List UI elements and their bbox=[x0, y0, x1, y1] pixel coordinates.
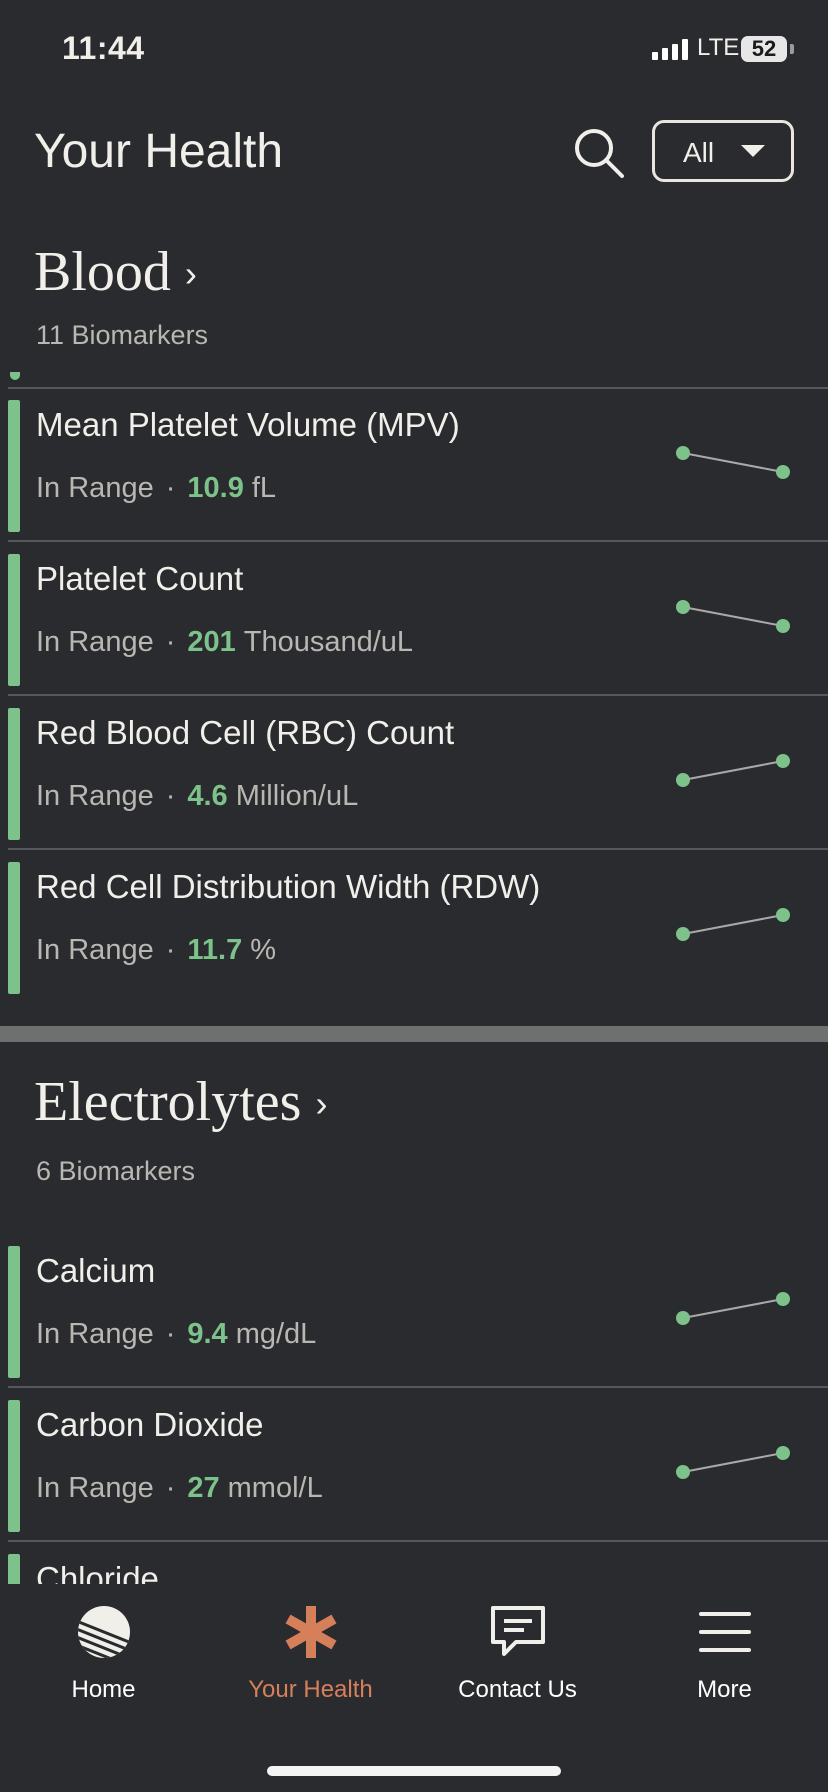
section-title-electrolytes[interactable]: Electrolytes › bbox=[34, 1070, 327, 1134]
biomarker-value: 27 bbox=[187, 1472, 220, 1504]
page-title: Your Health bbox=[34, 125, 284, 178]
divider bbox=[8, 540, 828, 542]
divider bbox=[8, 694, 828, 696]
status-bar: 11:44 LTE 52 bbox=[0, 0, 828, 100]
section-count-blood: 11 Biomarkers bbox=[36, 320, 209, 350]
separator: · bbox=[165, 780, 176, 812]
separator: · bbox=[165, 1472, 176, 1504]
biomarker-value: 9.4 bbox=[187, 1318, 228, 1350]
chevron-right-icon: › bbox=[184, 253, 197, 294]
separator: · bbox=[165, 1318, 176, 1350]
status-indicator bbox=[8, 554, 20, 686]
biomarker-status: In Range bbox=[36, 1318, 154, 1350]
tab-home[interactable]: Home bbox=[0, 1602, 207, 1704]
trend-sparkline bbox=[676, 1446, 790, 1479]
network-label: LTE bbox=[697, 34, 740, 61]
biomarker-status-line: In Range · 11.7% bbox=[36, 934, 276, 967]
status-indicator bbox=[8, 1400, 20, 1532]
biomarker-unit: fL bbox=[251, 472, 277, 504]
status-indicator bbox=[8, 862, 20, 994]
biomarker-status-line: In Range · 9.4 mg/dL bbox=[36, 1318, 316, 1351]
biomarker-status: In Range bbox=[36, 934, 154, 966]
biomarker-unit: Thousand/uL bbox=[243, 626, 414, 658]
tab-more[interactable]: More bbox=[621, 1602, 828, 1704]
divider bbox=[8, 1540, 828, 1542]
biomarker-status-line: In Range · 201 Thousand/uL bbox=[36, 626, 413, 659]
tab-bar: Home Your Health Contact Us More bbox=[0, 1584, 828, 1792]
biomarker-unit: mmol/L bbox=[227, 1472, 323, 1504]
section-count-electrolytes: 6 Biomarkers bbox=[36, 1156, 196, 1186]
section-title-blood[interactable]: Blood › bbox=[34, 240, 197, 304]
biomarker-name: Platelet Count bbox=[36, 560, 244, 597]
list-item[interactable]: Red Cell Distribution Width (RDW) In Ran… bbox=[0, 852, 828, 1004]
list-item[interactable]: Red Blood Cell (RBC) Count In Range · 4.6 M… bbox=[0, 698, 828, 850]
caret-down-icon bbox=[741, 145, 765, 157]
separator: · bbox=[165, 472, 176, 504]
filter-label: All bbox=[683, 137, 715, 168]
trend-sparkline bbox=[676, 908, 790, 941]
search-icon[interactable] bbox=[572, 126, 626, 180]
tab-your-health[interactable]: Your Health bbox=[207, 1602, 414, 1704]
biomarker-status-line: In Range · 4.6 Million/uL bbox=[36, 780, 358, 813]
trend-sparkline bbox=[676, 600, 790, 633]
biomarker-status-line: In Range · 10.9 fL bbox=[36, 472, 276, 505]
section-title-text: Blood bbox=[34, 241, 171, 303]
menu-icon bbox=[698, 1612, 751, 1652]
list-item[interactable]: Calcium In Range · 9.4 mg/dL bbox=[0, 1236, 828, 1388]
biomarker-status: In Range bbox=[36, 780, 154, 812]
asterisk-icon bbox=[285, 1606, 336, 1658]
biomarker-value: 4.6 bbox=[187, 780, 228, 812]
biomarker-unit: % bbox=[250, 934, 277, 966]
divider bbox=[8, 387, 828, 389]
biomarker-list[interactable]: Mean Platelet Volume (MPV) In Range · 10.9… bbox=[0, 372, 828, 1584]
section-title-text: Electrolytes bbox=[34, 1071, 302, 1133]
biomarker-status: In Range bbox=[36, 472, 154, 504]
trend-sparkline bbox=[676, 1292, 790, 1325]
biomarker-value: 11.7 bbox=[187, 934, 243, 966]
tab-label: Home bbox=[71, 1676, 136, 1703]
biomarker-unit: mg/dL bbox=[235, 1318, 317, 1350]
biomarker-status: In Range bbox=[36, 626, 154, 658]
status-indicator bbox=[8, 708, 20, 840]
tab-label: More bbox=[697, 1676, 752, 1703]
filter-dropdown[interactable]: All bbox=[652, 120, 794, 182]
tab-contact-us[interactable]: Contact Us bbox=[414, 1602, 621, 1704]
separator: · bbox=[165, 626, 176, 658]
status-indicator bbox=[8, 400, 20, 532]
biomarker-name: Calcium bbox=[36, 1252, 156, 1289]
chevron-right-icon: › bbox=[315, 1083, 328, 1124]
divider bbox=[8, 1386, 828, 1388]
biomarker-status-line: In Range · 27 mmol/L bbox=[36, 1472, 323, 1505]
tab-label: Contact Us bbox=[458, 1676, 577, 1703]
home-icon bbox=[77, 1606, 130, 1658]
home-indicator[interactable] bbox=[267, 1766, 561, 1776]
biomarker-name: Chloride bbox=[36, 1560, 159, 1584]
partial-row-indicator bbox=[10, 372, 20, 380]
signal-icon bbox=[652, 38, 688, 60]
biomarker-value: 201 bbox=[187, 626, 236, 658]
biomarker-unit: Million/uL bbox=[235, 780, 359, 812]
biomarker-name: Carbon Dioxide bbox=[36, 1406, 264, 1443]
biomarker-name: Red Cell Distribution Width (RDW) bbox=[36, 868, 541, 905]
status-time: 11:44 bbox=[62, 30, 145, 66]
trend-sparkline bbox=[676, 754, 790, 787]
tab-label: Your Health bbox=[248, 1676, 373, 1703]
trend-sparkline bbox=[676, 446, 790, 479]
separator: · bbox=[165, 934, 176, 966]
biomarker-status: In Range bbox=[36, 1472, 154, 1504]
biomarker-name: Mean Platelet Volume (MPV) bbox=[36, 406, 460, 443]
status-indicator bbox=[8, 1554, 20, 1584]
list-item[interactable]: Carbon Dioxide In Range · 27 mmol/L bbox=[0, 1390, 828, 1542]
battery-icon: 52 bbox=[741, 36, 787, 62]
list-item[interactable]: Platelet Count In Range · 201 Thousand/uL bbox=[0, 544, 828, 696]
list-item[interactable]: Mean Platelet Volume (MPV) In Range · 10.9… bbox=[0, 390, 828, 542]
status-indicator bbox=[8, 1246, 20, 1378]
biomarker-value: 10.9 bbox=[187, 472, 244, 504]
biomarker-name: Red Blood Cell (RBC) Count bbox=[36, 714, 455, 751]
chat-icon bbox=[490, 1606, 545, 1656]
battery-tip bbox=[790, 44, 794, 54]
section-separator bbox=[0, 1026, 828, 1042]
list-item[interactable]: Chloride bbox=[0, 1544, 828, 1584]
divider bbox=[8, 848, 828, 850]
